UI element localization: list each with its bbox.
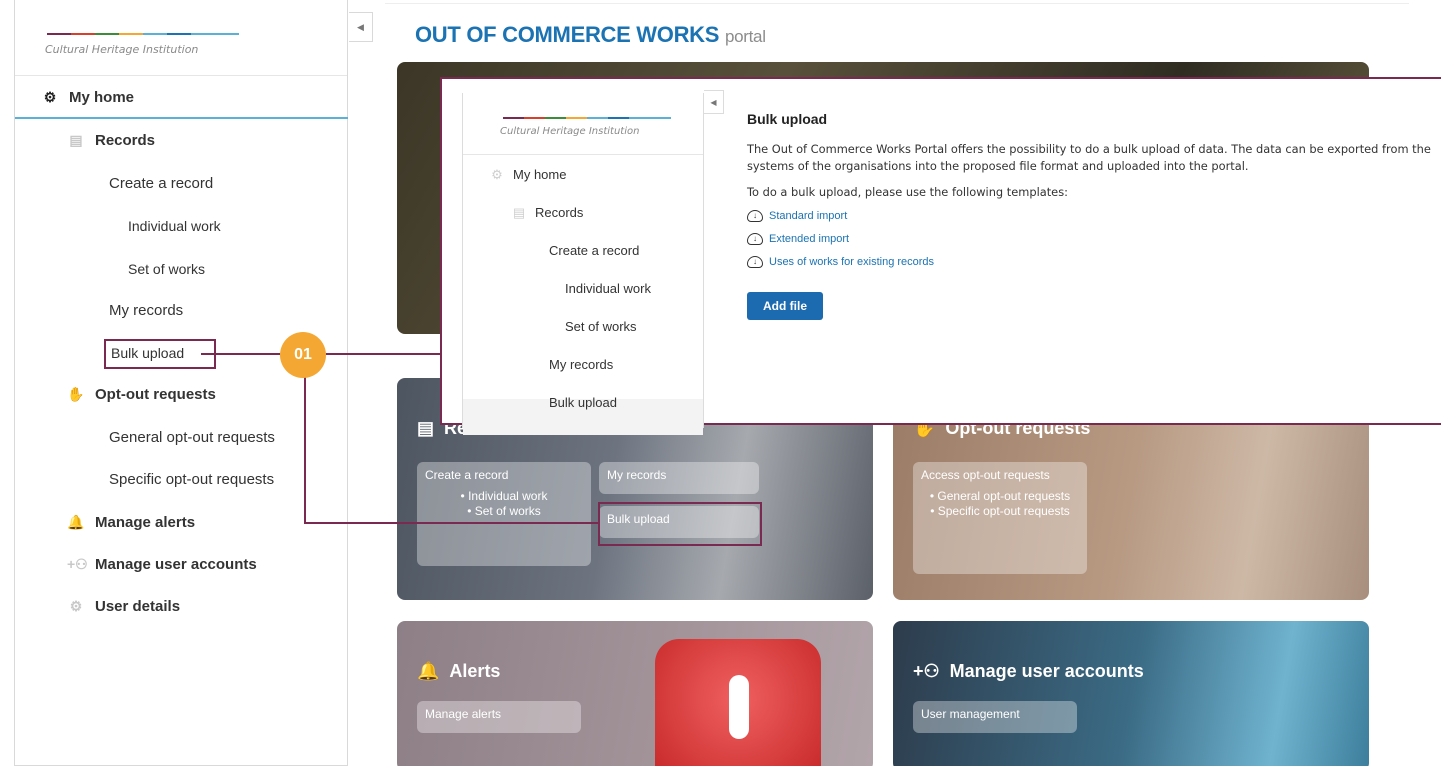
step-badge: 01 — [280, 332, 326, 378]
logo-color-bars — [503, 117, 671, 119]
bulk-upload-description: The Out of Commerce Works Portal offers … — [747, 142, 1431, 173]
bell-icon: 🔔 — [67, 514, 85, 530]
highlight-box-bulk-upload — [104, 339, 216, 369]
page-title-suffix: portal — [724, 27, 766, 46]
individual-work-link[interactable]: Individual work — [425, 489, 583, 504]
sidebar-item-home[interactable]: ⚙ My home — [41, 89, 134, 106]
callout-line — [304, 376, 306, 523]
add-users-icon: +⚇ — [67, 556, 88, 572]
sidebar-item-my-records[interactable]: My records — [109, 302, 183, 319]
sidebar-item-create-record[interactable]: Create a record — [549, 243, 639, 258]
sidebar-item-records[interactable]: ▤ Records — [511, 205, 584, 221]
clipboard-icon: ▤ — [417, 418, 435, 438]
clipboard-icon: ▤ — [69, 132, 83, 148]
uses-of-works-link[interactable]: ↓ Uses of works for existing records — [747, 256, 1437, 268]
bulk-upload-heading: Bulk upload — [747, 111, 828, 127]
sidebar-item-my-records[interactable]: My records — [549, 357, 613, 372]
sidebar-item-specific-opt-out[interactable]: Specific opt-out requests — [109, 471, 274, 488]
sidebar-item-opt-out[interactable]: ✋ Opt-out requests — [67, 386, 216, 403]
gear-icon: ⚙ — [69, 598, 83, 614]
warning-sign-image — [655, 639, 821, 766]
templates-intro: To do a bulk upload, please use the foll… — [747, 185, 1068, 199]
logo-text: Cultural Heritage Institution — [45, 43, 199, 56]
user-accounts-tile: +⚇ Manage user accounts User management — [893, 621, 1369, 766]
bulk-upload-zoom-panel: Cultural Heritage Institution ⚙ My home ▤… — [440, 77, 1441, 435]
sidebar-item-records[interactable]: ▤ Records — [67, 132, 155, 149]
sidebar-item-individual-work[interactable]: Individual work — [128, 218, 221, 234]
gear-icon: ⚙ — [43, 89, 57, 105]
logo[interactable]: Cultural Heritage Institution — [463, 93, 703, 155]
callout-line — [201, 353, 280, 355]
sidebar-item-general-opt-out[interactable]: General opt-out requests — [109, 429, 275, 446]
standard-import-link[interactable]: ↓ Standard import — [747, 210, 1437, 222]
popup-sidebar: Cultural Heritage Institution ⚙ My home ▤… — [462, 93, 704, 435]
active-indicator — [15, 117, 348, 119]
sidebar-item-manage-users[interactable]: +⚇ Manage user accounts — [67, 556, 257, 573]
collapse-sidebar-button[interactable]: ◀ — [704, 90, 724, 114]
user-management-card[interactable]: User management — [913, 701, 1077, 733]
general-opt-out-link[interactable]: General opt-out requests — [921, 489, 1079, 504]
access-opt-out-card[interactable]: Access opt-out requests General opt-out … — [913, 462, 1087, 574]
logo-color-bars — [47, 33, 239, 35]
bulk-upload-content: Bulk upload The Out of Commerce Works Po… — [747, 111, 1437, 320]
sidebar-item-user-details[interactable]: ⚙ User details — [67, 598, 180, 615]
bell-icon: 🔔 — [417, 661, 440, 681]
clipboard-icon: ▤ — [512, 205, 526, 220]
add-users-icon: +⚇ — [913, 661, 940, 681]
callout-line — [304, 522, 599, 524]
create-record-card[interactable]: Create a record Individual work Set of w… — [417, 462, 591, 566]
user-accounts-tile-title: +⚇ Manage user accounts — [913, 661, 1144, 681]
alerts-tile-title: 🔔 Alerts — [417, 661, 501, 681]
sidebar-item-set-of-works[interactable]: Set of works — [565, 319, 637, 334]
cloud-download-icon: ↓ — [747, 210, 763, 222]
create-record-link[interactable]: Create a record — [425, 468, 583, 483]
highlight-box-bulk-upload-card — [598, 502, 762, 546]
sidebar: Cultural Heritage Institution ⚙ My home ▤… — [14, 0, 348, 766]
sidebar-item-set-of-works[interactable]: Set of works — [128, 261, 205, 277]
extended-import-link[interactable]: ↓ Extended import — [747, 233, 1437, 245]
sidebar-item-manage-alerts[interactable]: 🔔 Manage alerts — [67, 514, 195, 531]
sidebar-item-create-record[interactable]: Create a record — [109, 175, 213, 192]
my-records-card[interactable]: My records — [599, 462, 759, 494]
sidebar-item-individual-work[interactable]: Individual work — [565, 281, 651, 296]
collapse-sidebar-button[interactable]: ◀ — [349, 12, 373, 42]
logo[interactable]: Cultural Heritage Institution — [15, 0, 347, 76]
cloud-download-icon: ↓ — [747, 256, 763, 268]
hand-icon: ✋ — [67, 386, 85, 402]
cloud-download-icon: ↓ — [747, 233, 763, 245]
page-title: OUT OF COMMERCE WORKS portal — [415, 22, 766, 47]
access-opt-out-link[interactable]: Access opt-out requests — [921, 468, 1079, 483]
alerts-tile: 🔔 Alerts Manage alerts — [397, 621, 873, 766]
sidebar-item-home[interactable]: ⚙ My home — [489, 167, 566, 183]
manage-alerts-card[interactable]: Manage alerts — [417, 701, 581, 733]
add-file-button[interactable]: Add file — [747, 292, 823, 320]
screen: Cultural Heritage Institution ⚙ My home ▤… — [0, 0, 1441, 766]
specific-opt-out-link[interactable]: Specific opt-out requests — [921, 504, 1079, 519]
sidebar-item-bulk-upload[interactable]: Bulk upload — [549, 395, 617, 410]
callout-line — [326, 353, 442, 355]
top-divider — [385, 3, 1409, 4]
gear-icon: ⚙ — [491, 167, 503, 182]
logo-text: Cultural Heritage Institution — [500, 126, 640, 137]
set-of-works-link[interactable]: Set of works — [425, 504, 583, 519]
